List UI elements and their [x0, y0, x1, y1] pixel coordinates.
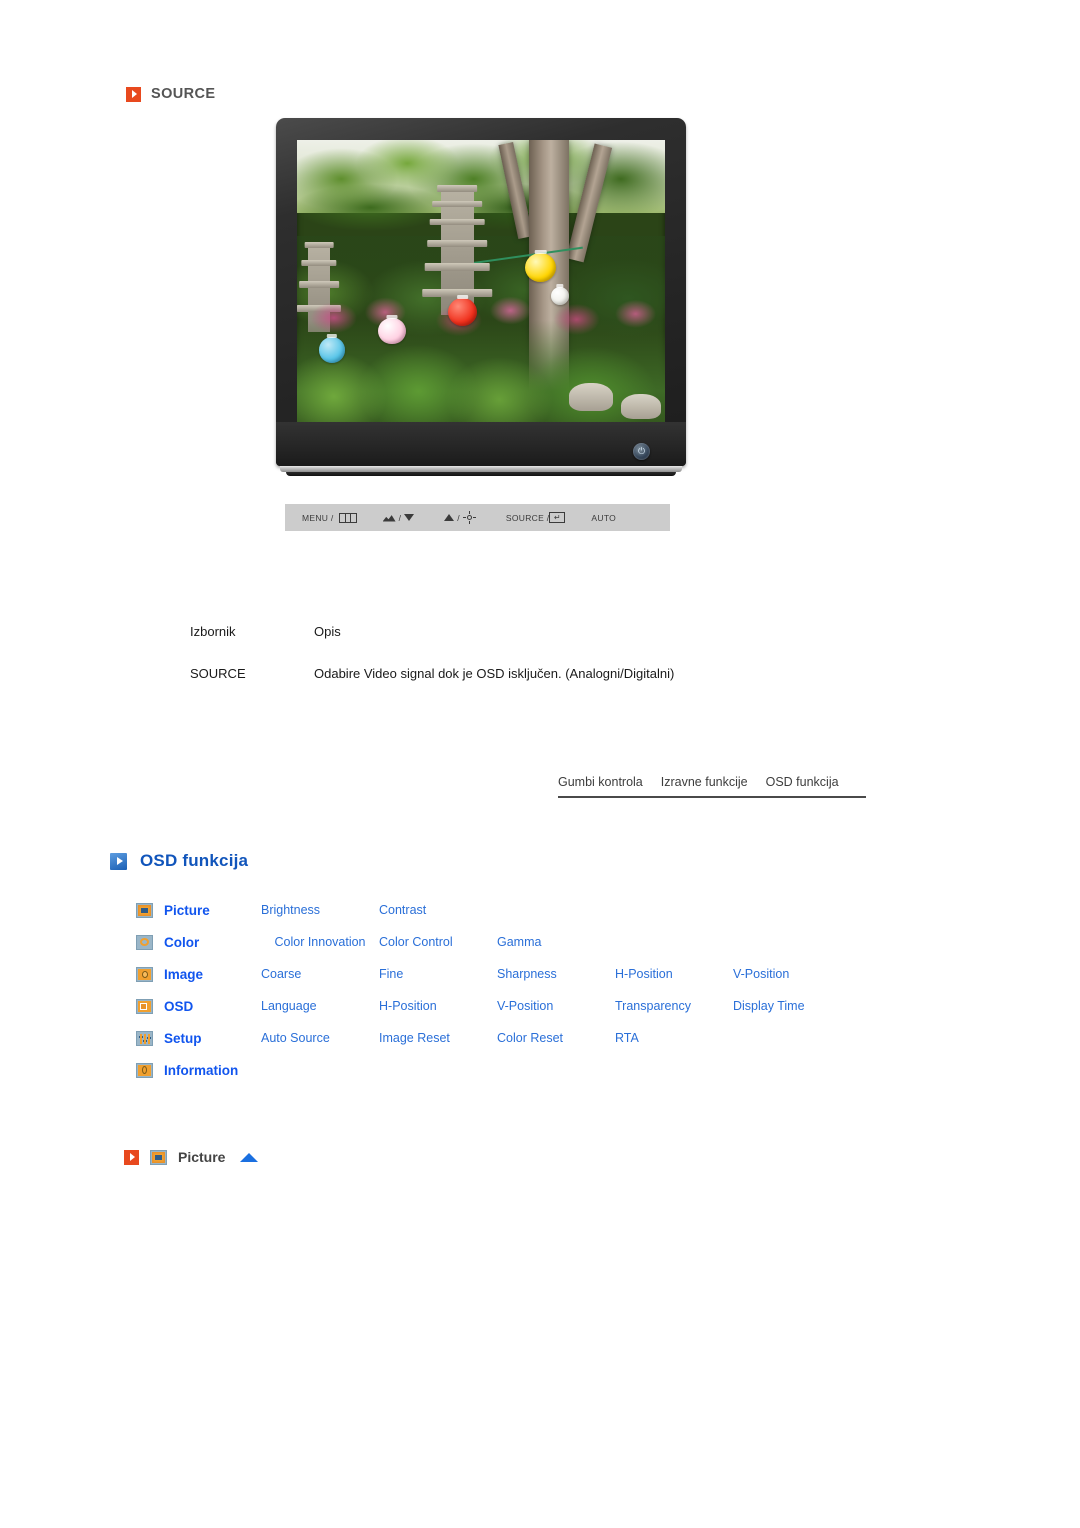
auto-button-label: AUTO — [591, 512, 617, 523]
category-label: OSD — [164, 998, 194, 1014]
category-label: Image — [164, 966, 204, 982]
monitor-illustration: ⏻ — [276, 118, 686, 476]
brightness-up-button[interactable]: / — [444, 511, 476, 524]
source-section-header: SOURCE — [126, 86, 215, 102]
tab-gumbi-kontrola[interactable]: Gumbi kontrola — [558, 775, 643, 789]
category-image[interactable]: Image — [136, 966, 261, 982]
monitor-body: ⏻ — [276, 118, 686, 466]
garden-photo — [297, 140, 665, 422]
picture-subsection-title: Picture — [178, 1149, 226, 1165]
tab-underline-rule — [558, 796, 866, 798]
enter-key-icon: ↵ — [549, 512, 566, 523]
menu-item-color-control[interactable]: Color Control — [379, 935, 497, 949]
menu-item-gamma[interactable]: Gamma — [497, 935, 615, 949]
garden-stone-far-right — [620, 393, 662, 420]
menu-item-image-reset[interactable]: Image Reset — [379, 1031, 497, 1045]
information-icon — [136, 1062, 153, 1078]
orange-play-marker-icon — [124, 1149, 139, 1165]
category-label: Information — [164, 1062, 239, 1078]
row-description: Odabire Video signal dok je OSD isključe… — [314, 666, 675, 681]
orange-play-marker-icon — [126, 86, 141, 102]
menu-item-sharpness[interactable]: Sharpness — [497, 967, 615, 981]
category-information[interactable]: Information — [136, 1062, 239, 1078]
menu-item-display-time[interactable]: Display Time — [733, 999, 851, 1013]
menu-item-v-position[interactable]: V-Position — [497, 999, 615, 1013]
menu-item-coarse[interactable]: Coarse — [261, 967, 379, 981]
menu-map-row-setup: Setup Auto Source Image Reset Color Rese… — [136, 1022, 976, 1054]
menu-item-v-position[interactable]: V-Position — [733, 967, 851, 981]
column-header-description: Opis — [314, 624, 341, 639]
contrast-down-button[interactable]: / — [382, 512, 415, 523]
auto-button[interactable]: AUTO — [591, 513, 616, 523]
monitor-screen — [297, 140, 665, 422]
osd-menu-map: Picture Brightness Contrast Color Color … — [136, 894, 976, 1086]
osd-icon — [136, 998, 153, 1014]
menu-item-color-reset[interactable]: Color Reset — [497, 1031, 615, 1045]
description-table: Izbornik Opis SOURCE Odabire Video signa… — [190, 624, 750, 681]
garden-stone-right — [569, 382, 614, 411]
setup-icon — [136, 1030, 153, 1046]
picture-subsection-header: Picture — [124, 1149, 259, 1165]
row-menu-name: SOURCE — [190, 666, 246, 681]
brightness-sun-icon — [462, 511, 476, 524]
category-label: Setup — [164, 1030, 202, 1046]
category-setup[interactable]: Setup — [136, 1030, 261, 1046]
menu-bars-icon — [338, 512, 357, 523]
tab-izravne-funkcije[interactable]: Izravne funkcije — [661, 775, 748, 789]
menu-item-fine[interactable]: Fine — [379, 967, 497, 981]
category-label: Picture — [164, 902, 210, 918]
menu-map-row-osd: OSD Language H-Position V-Position Trans… — [136, 990, 976, 1022]
contrast-down-label: / — [398, 512, 402, 523]
source-enter-button[interactable]: SOURCE / ↵ — [506, 512, 566, 523]
brightness-up-label: / — [457, 512, 460, 523]
source-section-title: SOURCE — [151, 86, 216, 102]
category-color[interactable]: Color — [136, 934, 261, 950]
menu-item-h-position[interactable]: H-Position — [615, 967, 733, 981]
menu-button[interactable]: MENU / — [302, 512, 357, 523]
power-button[interactable]: ⏻ — [633, 443, 650, 460]
table-row: SOURCE Odabire Video signal dok je OSD i… — [190, 666, 750, 681]
menu-button-label: MENU / — [302, 512, 334, 523]
tab-navigation: Gumbi kontrola Izravne funkcije OSD funk… — [558, 775, 866, 798]
menu-item-auto-source[interactable]: Auto Source — [261, 1031, 379, 1045]
source-button-label: SOURCE / — [505, 512, 550, 523]
menu-item-contrast[interactable]: Contrast — [379, 903, 497, 917]
monitor-control-bar: MENU / / / SOURCE / ↵ AUTO — [285, 504, 670, 531]
monitor-stand-shadow — [286, 472, 676, 476]
lantern-pink — [377, 317, 406, 345]
picture-icon — [136, 902, 153, 918]
picture-icon — [150, 1149, 167, 1165]
arrow-up-icon — [444, 514, 455, 521]
tab-osd-funkcija[interactable]: OSD funkcija — [766, 775, 839, 789]
arrow-down-icon — [404, 514, 415, 521]
menu-map-row-information: Information — [136, 1054, 976, 1086]
description-table-header: Izbornik Opis — [190, 624, 750, 639]
menu-item-h-position[interactable]: H-Position — [379, 999, 497, 1013]
blue-up-triangle-icon[interactable] — [240, 1152, 259, 1162]
power-glyph-icon: ⏻ — [637, 446, 646, 456]
menu-item-transparency[interactable]: Transparency — [615, 999, 733, 1013]
menu-item-language[interactable]: Language — [261, 999, 379, 1013]
category-picture[interactable]: Picture — [136, 902, 261, 918]
lantern-blue — [319, 337, 345, 363]
osd-section-header: OSD funkcija — [110, 851, 248, 871]
column-header-menu: Izbornik — [190, 624, 236, 639]
blue-play-marker-icon — [110, 852, 127, 870]
osd-section-title: OSD funkcija — [140, 851, 249, 870]
menu-item-rta[interactable]: RTA — [615, 1031, 733, 1045]
menu-item-color-innovation[interactable]: Color Innovation — [261, 935, 379, 949]
monitor-bottom-bezel: ⏻ — [276, 422, 686, 466]
menu-map-row-color: Color Color Innovation Color Control Gam… — [136, 926, 976, 958]
image-icon — [136, 966, 153, 982]
menu-map-row-image: Image Coarse Fine Sharpness H-Position V… — [136, 958, 976, 990]
menu-map-row-picture: Picture Brightness Contrast — [136, 894, 976, 926]
contrast-icon — [382, 515, 396, 522]
color-icon — [136, 934, 153, 950]
category-osd[interactable]: OSD — [136, 998, 261, 1014]
category-label: Color — [164, 934, 200, 950]
menu-item-brightness[interactable]: Brightness — [261, 903, 379, 917]
